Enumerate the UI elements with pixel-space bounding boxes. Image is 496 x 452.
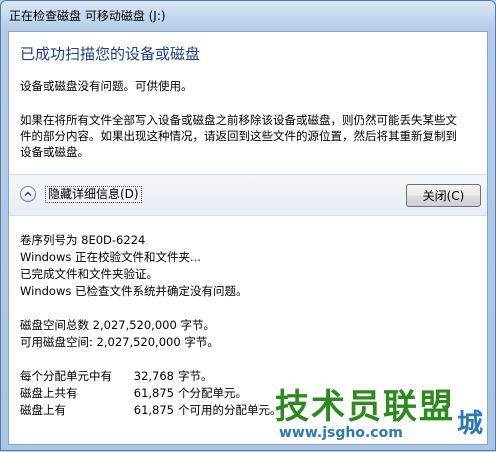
unit-value: 32,768 [133, 369, 174, 383]
unit-row: 磁盘上有 61,875 个可用的分配单元。 [20, 402, 282, 419]
unit-row: 每个分配单元中有 32,768 字节。 [20, 368, 282, 385]
unit-label: 每个分配单元中有 [20, 369, 112, 383]
watermark-url: www.jsgho.com [279, 425, 403, 441]
warning-text: 如果在将所有文件全部写入设备或磁盘之前移除该设备或磁盘，则仍然可能丢失某些文 件… [20, 112, 482, 160]
warning-line: 件的部分内容。如果出现这种情况，请返回到这些文件的源位置，然后将其重新复制到 [20, 129, 457, 143]
space-line: 磁盘空间总数 2,027,520,000 字节。 [20, 318, 215, 332]
collapse-chevron-icon[interactable] [20, 186, 36, 202]
unit-value: 61,875 [133, 386, 174, 400]
log-line: Windows 已检查文件系统并确定没有问题。 [20, 284, 248, 298]
warning-line: 设备或磁盘。 [20, 145, 89, 159]
unit-label: 磁盘上有 [20, 403, 66, 417]
watermark: 技术员联盟 城 www.jsgho.com [269, 379, 496, 452]
details-log: 卷序列号为 8E0D-6224 Windows 正在校验文件和文件夹... 已完… [20, 232, 282, 419]
hide-details-toggle[interactable]: 隐藏详细信息(D) [45, 186, 142, 203]
unit-value: 61,875 [133, 403, 174, 417]
title-bar[interactable]: 正在检查磁盘 可移动磁盘 (J:) [1, 1, 495, 29]
warning-line: 如果在将所有文件全部写入设备或磁盘之前移除该设备或磁盘，则仍然可能丢失某些文 [20, 113, 457, 127]
serial-number: 卷序列号为 8E0D-6224 [20, 233, 146, 247]
unit-row: 磁盘上共有 61,875 个分配单元。 [20, 385, 282, 402]
watermark-city: 城 [457, 409, 484, 439]
details-toggle-bar: 隐藏详细信息(D) 关闭(C) [9, 174, 487, 216]
close-button[interactable]: 关闭(C) [406, 184, 481, 207]
watermark-logo: 技术员联盟 [275, 387, 455, 427]
window-title: 正在检查磁盘 可移动磁盘 (J:) [9, 9, 166, 23]
log-line: Windows 正在校验文件和文件夹... [20, 250, 201, 264]
status-text: 设备或磁盘没有问题。可供使用。 [20, 79, 193, 93]
result-heading: 已成功扫描您的设备或磁盘 [20, 45, 201, 63]
unit-suffix: 个可用的分配单元。 [178, 403, 282, 417]
log-line: 已完成文件和文件夹验证。 [20, 267, 158, 281]
unit-suffix: 个分配单元。 [178, 386, 247, 400]
space-line: 可用磁盘空间: 2,027,520,000 字节。 [20, 335, 219, 349]
unit-suffix: 字节。 [178, 369, 213, 383]
unit-label: 磁盘上共有 [20, 386, 78, 400]
dialog-window: 正在检查磁盘 可移动磁盘 (J:) 已成功扫描您的设备或磁盘 设备或磁盘没有问题… [0, 0, 496, 451]
